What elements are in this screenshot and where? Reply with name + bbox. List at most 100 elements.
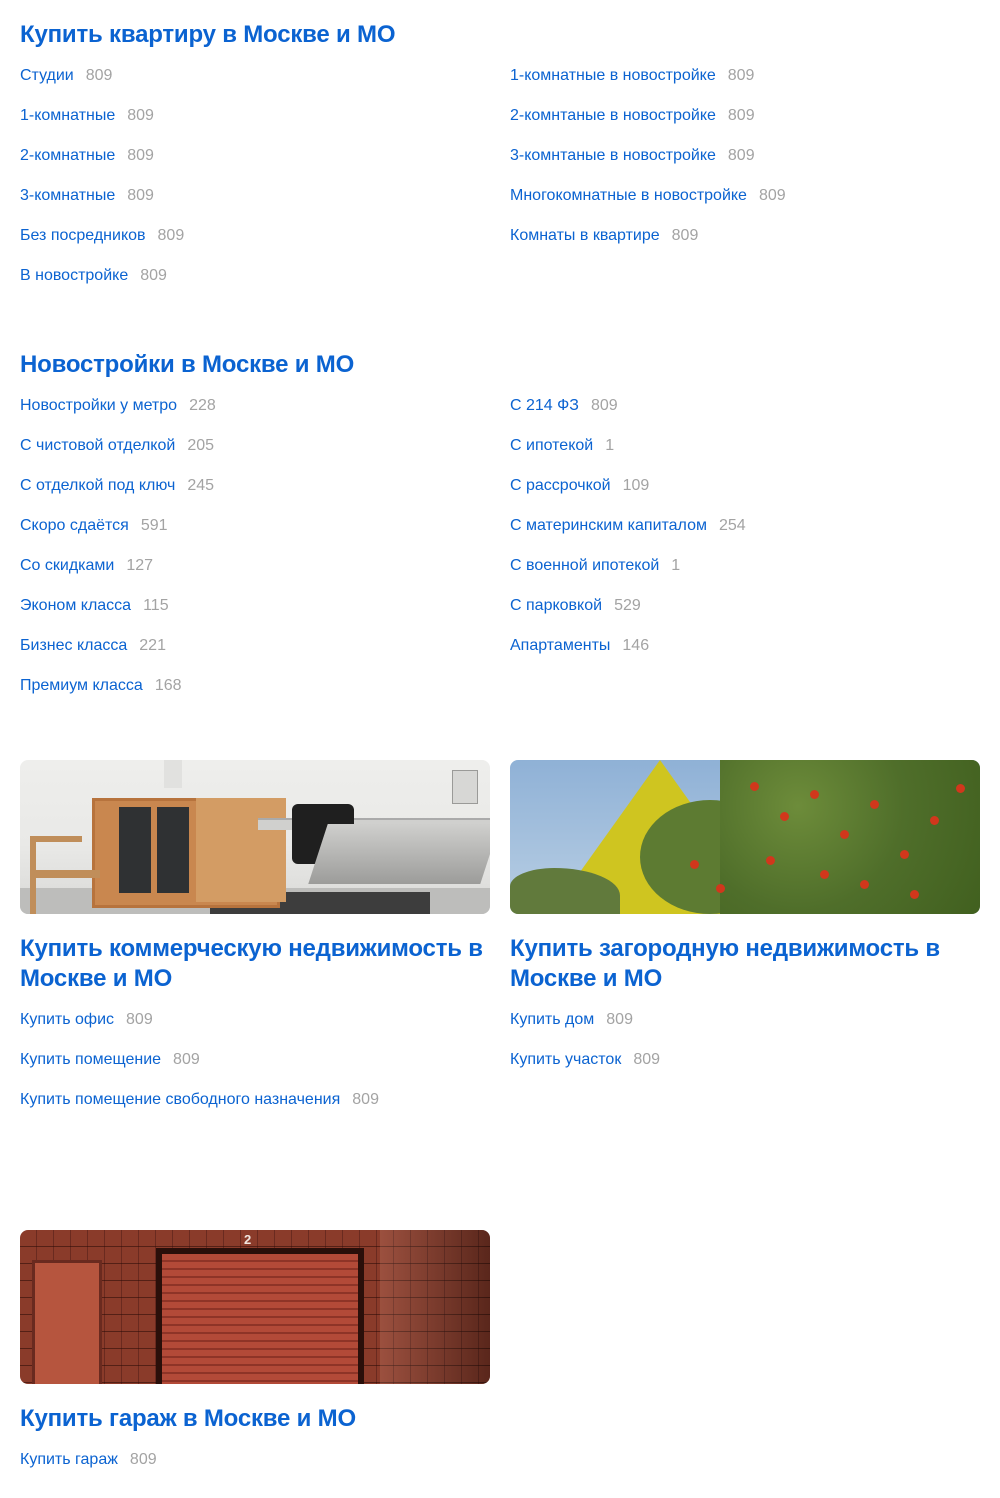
list-item: С отделкой под ключ 245 — [20, 476, 490, 516]
count: 1 — [605, 437, 615, 454]
count: 809 — [758, 187, 786, 204]
count: 809 — [127, 187, 154, 204]
house-image[interactable] — [510, 760, 980, 914]
link-buy-garage[interactable]: Купить гараж — [20, 1450, 118, 1470]
commercial-card: Купить коммерческую недвижимость в Москв… — [20, 760, 490, 1130]
newbuildings-right-list: С 214 ФЗ 809 С ипотекой 1 С рассрочкой 109 … — [510, 396, 980, 716]
count: 809 — [173, 1051, 200, 1068]
list-item: 1-комнатные в новостройке 809 — [510, 66, 980, 106]
link-maternity-capital[interactable]: С материнским капиталом — [510, 516, 707, 536]
commercial-list: Купить офис 809 Купить помещение 809 Купит… — [20, 1010, 490, 1130]
newbuildings-title: Новостройки в Москве и МО — [20, 351, 355, 378]
office-image[interactable] — [20, 760, 490, 914]
link-1-room-new[interactable]: 1-комнатные в новостройке — [510, 66, 716, 86]
apartments-section: Купить квартиру в Москве и МО Студии 809 … — [20, 20, 980, 306]
link-turnkey[interactable]: С отделкой под ключ — [20, 476, 175, 496]
list-item: Купить офис 809 — [20, 1010, 490, 1050]
link-rooms-in-apartment[interactable]: Комнаты в квартире — [510, 226, 660, 246]
list-item: Купить помещение свободного назначения 80… — [20, 1090, 490, 1130]
list-item: Премиум класса 168 — [20, 676, 490, 716]
count: 254 — [718, 517, 746, 534]
list-item: Многокомнатные в новостройке 809 — [510, 186, 980, 226]
count: 529 — [614, 597, 641, 614]
link-parking[interactable]: С парковкой — [510, 596, 602, 616]
list-item: Эконом класса 115 — [20, 596, 490, 636]
link-in-newbuilding[interactable]: В новостройке — [20, 266, 128, 286]
link-mortgage[interactable]: С ипотекой — [510, 436, 593, 456]
link-214-fz[interactable]: С 214 ФЗ — [510, 396, 579, 416]
link-3-room-new[interactable]: 3-комнтаные в новостройке — [510, 146, 716, 166]
link-2-room-new[interactable]: 2-комнтаные в новостройке — [510, 106, 716, 126]
count: 591 — [140, 517, 168, 534]
link-military-mortgage[interactable]: С военной ипотекой — [510, 556, 659, 576]
link-soon[interactable]: Скоро сдаётся — [20, 516, 129, 536]
link-multi-room-new[interactable]: Многокомнатные в новостройке — [510, 186, 747, 206]
link-apartments[interactable]: Апартаменты — [510, 636, 610, 656]
count: 205 — [187, 437, 215, 454]
list-item: 3-комнатные 809 — [20, 186, 490, 226]
link-3-room[interactable]: 3-комнатные — [20, 186, 115, 206]
list-item: Купить участок 809 — [510, 1050, 980, 1090]
list-item: 3-комнтаные в новостройке 809 — [510, 146, 980, 186]
link-buy-house[interactable]: Купить дом — [510, 1010, 594, 1030]
count: 809 — [671, 227, 699, 244]
link-business[interactable]: Бизнес класса — [20, 636, 127, 656]
count: 809 — [127, 147, 154, 164]
list-item: Апартаменты 146 — [510, 636, 980, 676]
country-title: Купить загородную недвижимость в Москве … — [510, 935, 940, 992]
list-item: 2-комнтаные в новостройке 809 — [510, 106, 980, 146]
newbuildings-section: Новостройки в Москве и МО Новостройки у … — [20, 350, 980, 716]
list-item: Купить помещение 809 — [20, 1050, 490, 1090]
link-installment[interactable]: С рассрочкой — [510, 476, 611, 496]
newbuildings-left-list: Новостройки у метро 228 С чистовой отделк… — [20, 396, 490, 716]
apartments-title: Купить квартиру в Москве и МО — [20, 21, 396, 48]
count: 168 — [154, 677, 182, 694]
link-buy-office[interactable]: Купить офис — [20, 1010, 114, 1030]
count: 809 — [590, 397, 618, 414]
apartments-left-list: Студии 809 1-комнатные 809 2-комнатные 809 … — [20, 66, 490, 306]
count: 127 — [126, 557, 154, 574]
link-near-metro[interactable]: Новостройки у метро — [20, 396, 177, 416]
count: 109 — [622, 477, 650, 494]
list-item: В новостройке 809 — [20, 266, 490, 306]
count: 245 — [187, 477, 215, 494]
link-buy-plot[interactable]: Купить участок — [510, 1050, 621, 1070]
list-item: С материнским капиталом 254 — [510, 516, 980, 556]
count: 228 — [189, 397, 216, 414]
list-item: Купить гараж 809 — [20, 1450, 490, 1490]
garage-list: Купить гараж 809 — [20, 1450, 490, 1490]
link-discounts[interactable]: Со скидками — [20, 556, 114, 576]
count: 221 — [139, 637, 166, 654]
count: 809 — [157, 227, 185, 244]
link-no-agents[interactable]: Без посредников — [20, 226, 146, 246]
list-item: 1-комнатные 809 — [20, 106, 490, 146]
list-item: Без посредников 809 — [20, 226, 490, 266]
list-item: С чистовой отделкой 205 — [20, 436, 490, 476]
link-premium[interactable]: Премиум класса — [20, 676, 143, 696]
count: 809 — [352, 1091, 379, 1108]
link-economy[interactable]: Эконом класса — [20, 596, 131, 616]
count: 809 — [85, 67, 113, 84]
link-1-room[interactable]: 1-комнатные — [20, 106, 115, 126]
count: 809 — [129, 1451, 157, 1468]
garage-image[interactable]: 2 — [20, 1230, 490, 1384]
link-buy-free-purpose[interactable]: Купить помещение свободного назначения — [20, 1090, 340, 1110]
list-item: Комнаты в квартире 809 — [510, 226, 980, 266]
list-item: 2-комнатные 809 — [20, 146, 490, 186]
count: 809 — [633, 1051, 661, 1068]
link-buy-premises[interactable]: Купить помещение — [20, 1050, 161, 1070]
list-item: Бизнес класса 221 — [20, 636, 490, 676]
count: 809 — [727, 107, 755, 124]
link-2-room[interactable]: 2-комнатные — [20, 146, 115, 166]
link-finished[interactable]: С чистовой отделкой — [20, 436, 175, 456]
list-item: Новостройки у метро 228 — [20, 396, 490, 436]
commercial-title: Купить коммерческую недвижимость в Москв… — [20, 935, 483, 992]
list-item: С парковкой 529 — [510, 596, 980, 636]
list-item: С военной ипотекой 1 — [510, 556, 980, 596]
apartments-right-list: 1-комнатные в новостройке 809 2-комнтаные… — [510, 66, 980, 306]
count: 809 — [140, 267, 167, 284]
garage-number: 2 — [244, 1232, 252, 1247]
count: 809 — [127, 107, 154, 124]
list-item: С ипотекой 1 — [510, 436, 980, 476]
link-studios[interactable]: Студии — [20, 66, 74, 86]
